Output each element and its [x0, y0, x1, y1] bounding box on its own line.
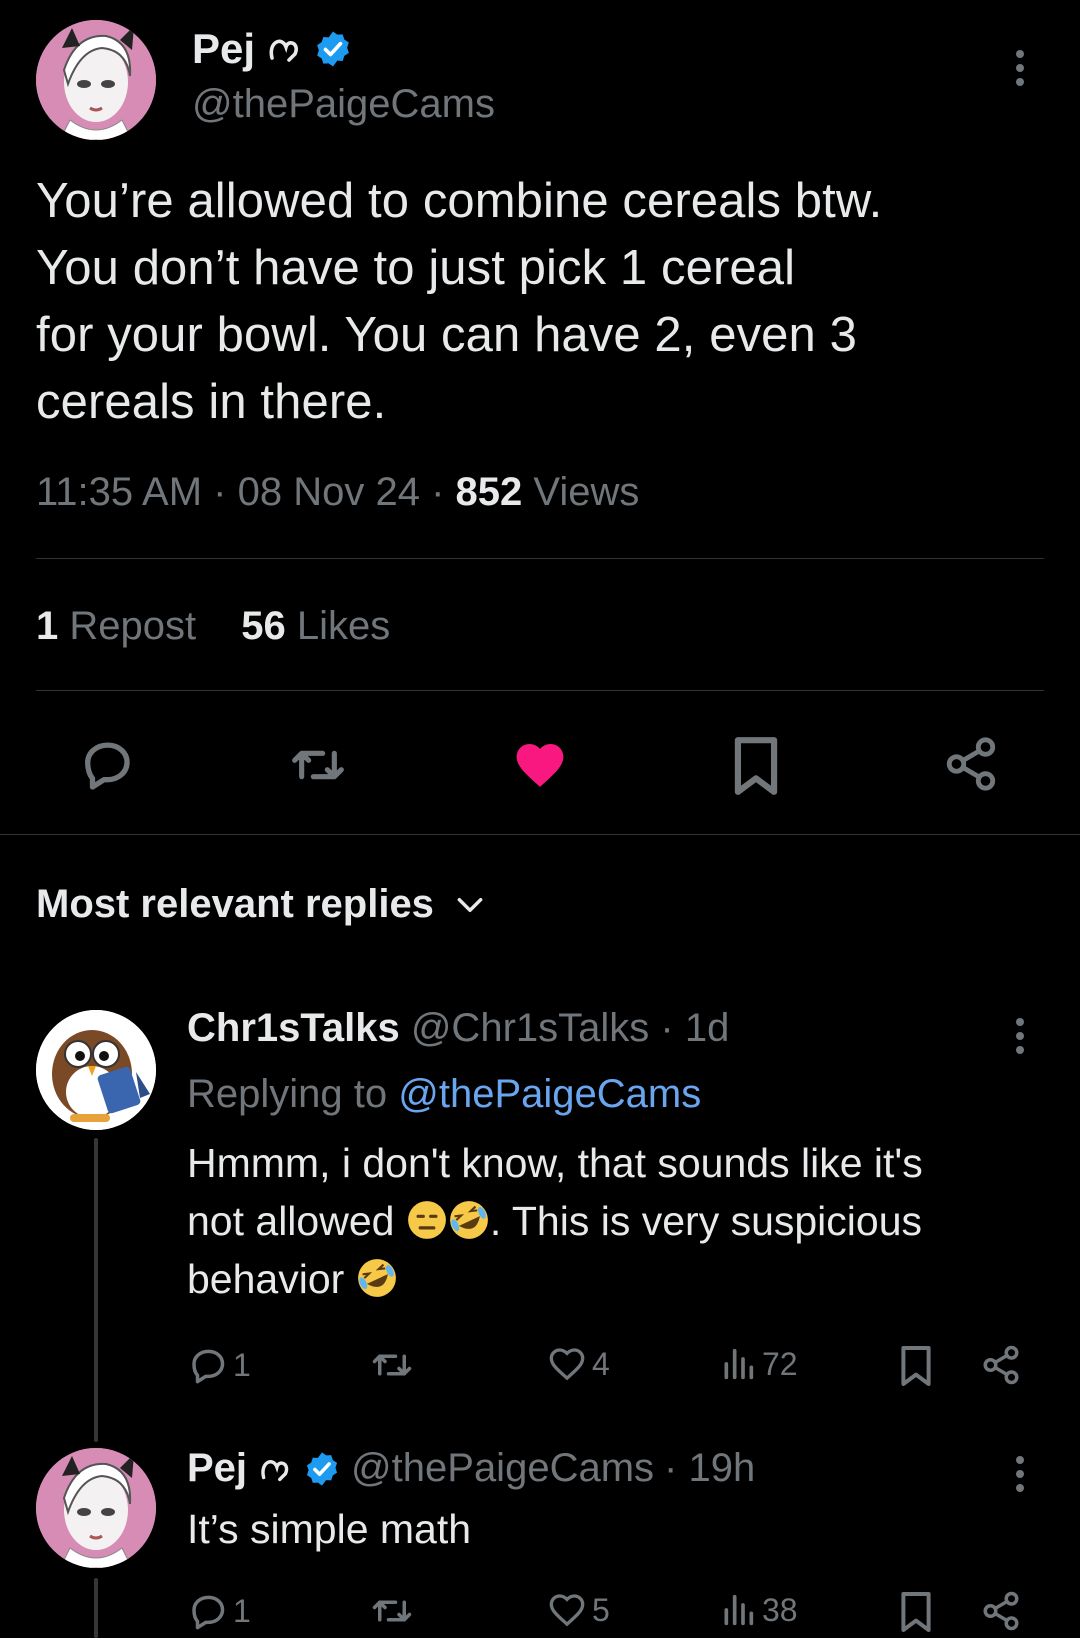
reply-more-options-icon[interactable] [1016, 1018, 1024, 1060]
rofl-emoji [449, 1201, 488, 1239]
reply-repost-button[interactable] [370, 1344, 414, 1386]
chevron-down-icon [457, 897, 483, 912]
likes-stat[interactable]: 56 Likes [241, 604, 390, 648]
replying-to-link[interactable]: @thePaigeCams [398, 1072, 701, 1116]
reply-icon [192, 1349, 225, 1384]
reply-count: 1 [233, 1592, 251, 1629]
reply-views-button[interactable]: 38 [718, 1590, 798, 1630]
replies-sort-label: Most relevant replies [36, 882, 434, 926]
reply-text: It’s simple math [187, 1506, 472, 1552]
bookmark-button[interactable] [730, 735, 782, 797]
views-count: 72 [762, 1345, 798, 1382]
reply-age[interactable]: · 1d [660, 1006, 729, 1050]
like-count: 5 [592, 1591, 610, 1628]
creator-icon [269, 39, 298, 62]
share-button[interactable] [942, 735, 1000, 793]
bookmark-icon [901, 1346, 931, 1386]
verified-badge-icon [317, 31, 349, 67]
creator-icon [261, 1459, 289, 1481]
tweet-time[interactable]: 11:35 AM [36, 470, 202, 514]
reply-views-button[interactable]: 72 [718, 1344, 798, 1384]
reply-button[interactable] [78, 735, 136, 793]
reply-reply-button[interactable]: 1 [187, 1344, 251, 1386]
reply-avatar[interactable] [36, 1448, 156, 1568]
repost-icon [292, 750, 344, 780]
expressionless-face-emoji [407, 1201, 446, 1239]
replying-to: Replying to @thePaigeCams [187, 1072, 702, 1116]
tweet-date[interactable]: 08 Nov 24 [238, 470, 420, 514]
views-count: 38 [762, 1591, 798, 1628]
bookmark-icon [734, 737, 778, 795]
reply-icon [85, 742, 130, 790]
share-icon [983, 1591, 1019, 1631]
verified-badge-icon [307, 1451, 338, 1486]
reply-age[interactable]: · 19h [664, 1446, 755, 1491]
views-label: Views [533, 470, 640, 514]
reply-more-options-icon[interactable] [1016, 1456, 1024, 1498]
reply-like-button[interactable]: 4 [546, 1344, 610, 1384]
heart-outline-icon [549, 1348, 585, 1381]
share-icon [946, 737, 996, 791]
heart-filled-icon [516, 744, 564, 787]
bookmark-icon [901, 1592, 931, 1632]
reply-author-handle[interactable]: @thePaigeCams [351, 1446, 654, 1491]
reply-share-button[interactable] [980, 1590, 1022, 1632]
like-button[interactable] [510, 737, 570, 793]
divider [36, 690, 1044, 691]
share-icon [983, 1345, 1019, 1385]
tweet-text: You’re allowed to combine cereals btw. Y… [36, 174, 883, 429]
like-count: 4 [592, 1345, 610, 1382]
reply-repost-button[interactable] [370, 1590, 414, 1632]
reply-avatar[interactable] [36, 1010, 156, 1130]
views-icon [724, 1348, 754, 1380]
tweet-meta: 11:35 AM · 08 Nov 24 · 852 Views [36, 470, 640, 514]
reply-icon [192, 1595, 225, 1630]
author-name[interactable]: Pej [192, 25, 255, 73]
thread-line [94, 1578, 98, 1638]
reply-author-name[interactable]: Chr1sTalks [187, 1006, 400, 1050]
reply-text: Hmmm, i don't know, that sounds like it'… [187, 1140, 923, 1302]
reply-bookmark-button[interactable] [898, 1590, 934, 1634]
reply-count: 1 [233, 1346, 251, 1383]
reply-author-handle[interactable]: @Chr1sTalks [411, 1006, 649, 1050]
rofl-emoji [357, 1259, 396, 1297]
heart-outline-icon [549, 1594, 585, 1627]
author-handle[interactable]: @thePaigeCams [192, 82, 495, 127]
views-icon [724, 1594, 754, 1626]
replies-sort-dropdown[interactable]: Most relevant replies [36, 882, 486, 927]
repost-icon [372, 1600, 412, 1622]
repost-button[interactable] [288, 737, 348, 793]
repost-icon [372, 1354, 412, 1376]
reply-reply-button[interactable]: 1 [187, 1590, 251, 1632]
reposts-stat[interactable]: 1 Repost [36, 604, 207, 648]
reply-share-button[interactable] [980, 1344, 1022, 1386]
reply-bookmark-button[interactable] [898, 1344, 934, 1388]
views-count: 852 [455, 470, 523, 514]
reply-like-button[interactable]: 5 [546, 1590, 610, 1630]
divider [36, 558, 1044, 559]
reply-author-name[interactable]: Pej [187, 1446, 247, 1491]
author-avatar[interactable] [36, 20, 156, 140]
thread-line [94, 1138, 98, 1442]
divider [0, 834, 1080, 835]
more-options-icon[interactable] [1016, 50, 1024, 92]
